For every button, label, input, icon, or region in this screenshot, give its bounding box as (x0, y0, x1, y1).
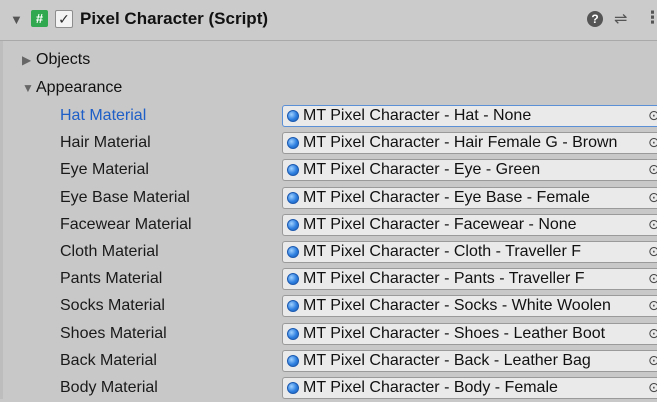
material-asset-icon (287, 382, 299, 394)
material-label: Back Material (60, 351, 157, 369)
appearance-label: Appearance (36, 79, 123, 96)
material-label: Shoes Material (60, 324, 167, 342)
foldout-open-icon: ▼ (22, 81, 34, 95)
material-label: Pants Material (60, 270, 163, 288)
object-picker-icon[interactable]: ⊙ (648, 134, 657, 151)
material-value: MT Pixel Character - Cloth - Traveller F (303, 243, 581, 260)
material-value: MT Pixel Character - Hat - None (303, 107, 532, 124)
object-picker-icon[interactable]: ⊙ (648, 270, 657, 287)
more-options-icon[interactable]: ⋮ (644, 8, 657, 28)
material-label: Eye Base Material (60, 188, 190, 206)
material-object-field[interactable]: MT Pixel Character - Hair Female G - Bro… (282, 132, 657, 155)
material-object-field[interactable]: MT Pixel Character - Back - Leather Bag (282, 349, 657, 372)
material-row: Hat Material MT Pixel Character - Hat - N… (0, 103, 657, 130)
material-asset-icon (287, 191, 299, 204)
material-value: MT Pixel Character - Hair Female G - Bro… (303, 134, 618, 152)
material-row: Eye Material MT Pixel Character - Eye - G… (0, 157, 657, 184)
material-label: Eye Material (60, 161, 149, 179)
material-row: Shoes Material MT Pixel Character - Shoes… (0, 321, 657, 348)
material-object-field[interactable]: MT Pixel Character - Facewear - None (282, 213, 657, 236)
material-value: MT Pixel Character - Socks - White Woole… (303, 297, 611, 315)
foldout-closed-icon: ▶ (22, 53, 32, 67)
material-asset-icon (287, 218, 299, 231)
material-row: Hair Material MT Pixel Character - Hair F… (0, 130, 657, 157)
material-label: Body Material (60, 379, 158, 396)
collapse-arrow-icon[interactable]: ▼ (10, 12, 23, 27)
material-value: MT Pixel Character - Eye Base - Female (303, 188, 590, 206)
material-object-field[interactable]: MT Pixel Character - Eye Base - Female (282, 186, 657, 209)
presets-icon[interactable]: ⇌ (614, 9, 627, 29)
material-row: Pants Material MT Pixel Character - Pants… (0, 266, 657, 293)
material-asset-icon (287, 110, 299, 122)
help-icon[interactable]: ? (587, 11, 603, 27)
material-row: Facewear Material MT Pixel Character - Fa… (0, 212, 657, 239)
appearance-foldout[interactable]: ▼ Appearance (22, 79, 122, 97)
material-row: Back Material MT Pixel Character - Back -… (0, 348, 657, 375)
material-row: Cloth Material MT Pixel Character - Cloth… (0, 239, 657, 266)
material-row: Body Material MT Pixel Character - Body -… (0, 375, 657, 402)
object-picker-icon[interactable]: ⊙ (648, 107, 657, 124)
material-object-field[interactable]: MT Pixel Character - Socks - White Woole… (282, 295, 657, 318)
object-picker-icon[interactable]: ⊙ (648, 161, 657, 178)
material-asset-icon (287, 327, 299, 340)
material-asset-icon (287, 137, 299, 150)
material-value: MT Pixel Character - Shoes - Leather Boo… (303, 324, 606, 342)
material-value: MT Pixel Character - Body - Female (303, 379, 558, 396)
component-title: Pixel Character (Script) (80, 9, 269, 28)
material-asset-icon (287, 164, 299, 177)
objects-foldout[interactable]: ▶ Objects (22, 51, 90, 69)
material-object-field[interactable]: MT Pixel Character - Eye - Green (282, 159, 657, 182)
material-object-field[interactable]: MT Pixel Character - Cloth - Traveller F (282, 241, 657, 263)
object-picker-icon[interactable]: ⊙ (648, 189, 657, 206)
material-object-field[interactable]: MT Pixel Character - Pants - Traveller F (282, 268, 657, 291)
material-asset-icon (287, 246, 299, 258)
material-row: Socks Material MT Pixel Character - Socks… (0, 293, 657, 320)
material-label: Facewear Material (60, 215, 192, 233)
object-picker-icon[interactable]: ⊙ (648, 216, 657, 233)
object-picker-icon[interactable]: ⊙ (648, 352, 657, 369)
material-label: Hat Material (60, 107, 147, 124)
material-asset-icon (287, 354, 299, 367)
material-value: MT Pixel Character - Back - Leather Bag (303, 351, 591, 369)
inspector-panel: ▼ # ✓ Pixel Character (Script) ? ⇌ ⋮ ▶ Ob… (0, 0, 657, 399)
objects-label: Objects (36, 51, 91, 68)
material-label: Cloth Material (60, 243, 159, 260)
material-label: Socks Material (60, 297, 165, 315)
object-picker-icon[interactable]: ⊙ (648, 297, 657, 314)
component-header[interactable]: ▼ # ✓ Pixel Character (Script) ? ⇌ ⋮ (0, 0, 657, 41)
material-row: Eye Base Material MT Pixel Character - Ey… (0, 185, 657, 212)
material-asset-icon (287, 273, 299, 286)
object-picker-icon[interactable]: ⊙ (648, 243, 657, 260)
material-value: MT Pixel Character - Eye - Green (303, 161, 541, 179)
enabled-checkbox[interactable]: ✓ (55, 10, 73, 28)
object-picker-icon[interactable]: ⊙ (648, 325, 657, 342)
script-component-icon: # (31, 10, 48, 27)
material-value: MT Pixel Character - Pants - Traveller F (303, 270, 585, 288)
material-label: Hair Material (60, 134, 151, 152)
material-asset-icon (287, 300, 299, 313)
object-picker-icon[interactable]: ⊙ (648, 379, 657, 396)
material-object-field[interactable]: MT Pixel Character - Hat - None (282, 105, 657, 127)
material-object-field[interactable]: MT Pixel Character - Shoes - Leather Boo… (282, 322, 657, 345)
material-value: MT Pixel Character - Facewear - None (303, 215, 577, 233)
material-object-field[interactable]: MT Pixel Character - Body - Female (282, 377, 657, 399)
